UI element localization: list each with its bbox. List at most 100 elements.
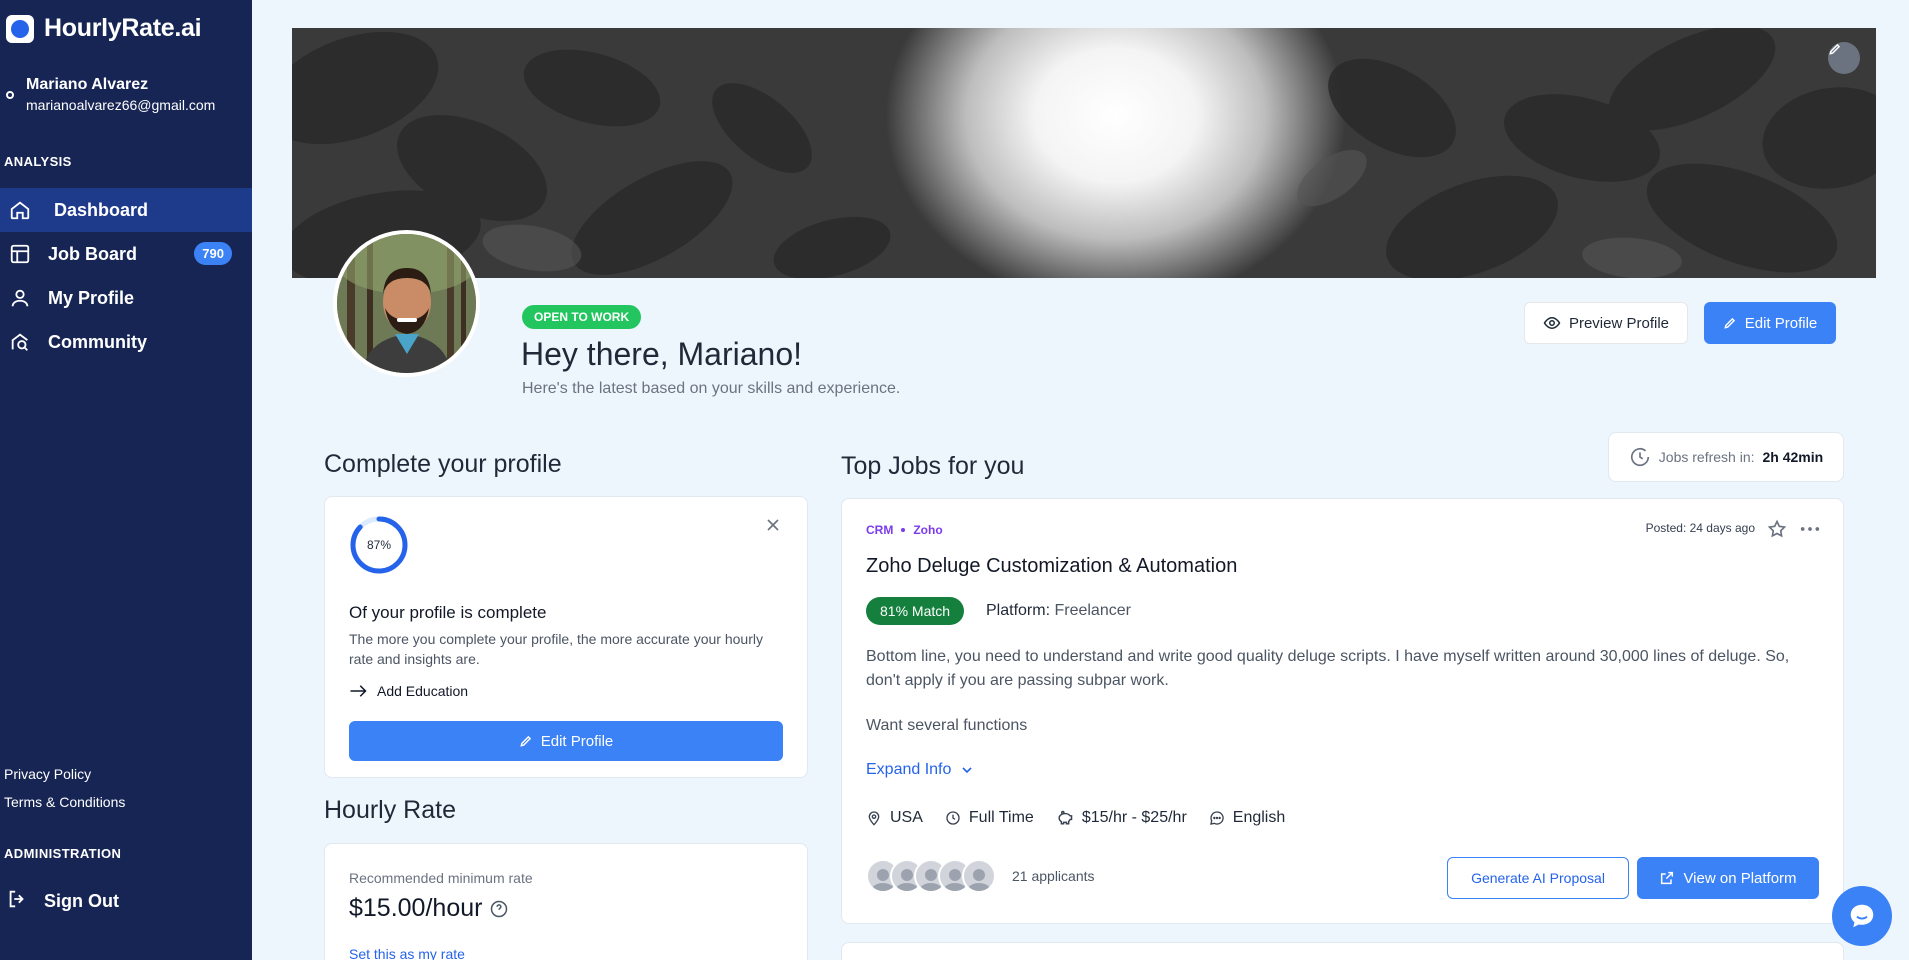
job-board-icon (8, 242, 32, 266)
top-jobs-heading: Top Jobs for you (841, 452, 1025, 480)
expand-info-button[interactable]: Expand Info (866, 761, 975, 779)
job-tag-crm: CRM (866, 523, 894, 537)
avatar[interactable] (333, 230, 480, 377)
profile-complete-title: Of your profile is complete (349, 603, 547, 622)
job-type-label: Full Time (968, 809, 1034, 826)
open-to-work-badge: OPEN TO WORK (522, 305, 642, 329)
progress-percent: 87% (366, 538, 392, 552)
greeting-subtitle: Here's the latest based on your skills a… (522, 380, 901, 397)
user-name: Mariano Alvarez (26, 76, 149, 93)
refresh-value: 2h 42min (1762, 449, 1824, 465)
greeting-title: Hey there, Mariano! (521, 336, 803, 372)
more-options-icon[interactable] (1799, 519, 1821, 544)
sidebar-item-label: My Profile (48, 287, 135, 308)
brand-name: HourlyRate.ai (44, 14, 202, 42)
close-icon[interactable] (763, 515, 783, 535)
expand-info-label: Expand Info (866, 761, 952, 778)
view-on-platform-label: View on Platform (1683, 869, 1797, 887)
chat-icon (1850, 904, 1874, 928)
jobs-refresh-indicator: Jobs refresh in: 2h 42min (1608, 432, 1844, 482)
match-badge: 81% Match (866, 597, 965, 625)
job-rate: $15/hr - $25/hr (1056, 809, 1187, 827)
help-icon[interactable] (490, 900, 508, 918)
applicants: 21 applicants (866, 859, 1095, 893)
sidebar: HourlyRate.ai Mariano Alvarez marianoalv… (0, 0, 252, 960)
job-card: CRM Zoho Posted: 24 days ago Zoho Deluge… (841, 498, 1844, 924)
user-info: Mariano Alvarez marianoalvarez66@gmail.c… (6, 76, 215, 113)
job-count-badge: 790 (194, 242, 232, 265)
terms-link[interactable]: Terms & Conditions (4, 794, 125, 810)
star-icon[interactable] (1767, 519, 1787, 544)
job-description-more: Want several functions (866, 717, 1028, 734)
job-platform: Platform: Freelancer (986, 602, 1131, 620)
user-icon (8, 286, 32, 310)
sign-out-icon (6, 888, 28, 915)
tag-separator (901, 528, 906, 532)
external-link-icon (1661, 871, 1674, 885)
analysis-label: ANALYSIS (4, 154, 72, 169)
edit-profile-label: Edit Profile (1744, 314, 1818, 332)
preview-profile-button[interactable]: Preview Profile (1524, 302, 1688, 344)
clock-refresh-icon (1630, 448, 1649, 467)
profile-photo (337, 234, 476, 373)
sidebar-item-my-profile[interactable]: My Profile (0, 276, 252, 320)
eye-icon (1543, 316, 1561, 330)
complete-profile-heading: Complete your profile (324, 450, 562, 478)
sidebar-item-dashboard[interactable]: Dashboard (0, 188, 252, 232)
pencil-icon (520, 735, 531, 747)
hourly-rate-value: $15.00/hour (349, 894, 483, 922)
sidebar-nav: Dashboard Job Board 790 My Profile Commu… (0, 188, 252, 364)
status-dot-icon (6, 90, 14, 99)
add-education-link[interactable]: Add Education (349, 683, 468, 699)
brand[interactable]: HourlyRate.ai (6, 14, 202, 43)
chevron-down-icon (962, 767, 972, 774)
sidebar-item-job-board[interactable]: Job Board 790 (0, 232, 252, 276)
administration-label: ADMINISTRATION (4, 846, 122, 861)
job-tag-zoho: Zoho (913, 523, 943, 537)
hourly-rate-card: Recommended minimum rate $15.00/hour Set… (324, 843, 808, 960)
sidebar-item-label: Job Board (48, 243, 138, 264)
job-tags: CRM Zoho (866, 523, 943, 537)
job-title[interactable]: Zoho Deluge Customization & Automation (866, 555, 1237, 578)
pencil-icon (1829, 43, 1841, 55)
cover-banner (292, 28, 1876, 278)
sign-out-button[interactable]: Sign Out (6, 888, 119, 915)
applicant-avatar-icon (962, 859, 996, 893)
sidebar-item-label: Community (48, 331, 147, 352)
job-rate-label: $15/hr - $25/hr (1081, 809, 1187, 826)
complete-profile-card: 87% Of your profile is complete The more… (324, 496, 808, 778)
logo-icon (6, 14, 34, 43)
refresh-label: Jobs refresh in: (1658, 449, 1755, 465)
job-type: Full Time (945, 809, 1034, 827)
job-posted-date: Posted: 24 days ago (1645, 521, 1755, 535)
sign-out-label: Sign Out (44, 891, 119, 911)
edit-cover-button[interactable] (1828, 42, 1860, 74)
view-on-platform-button[interactable]: View on Platform (1637, 857, 1819, 899)
profile-complete-description: The more you complete your profile, the … (349, 631, 763, 667)
privacy-policy-link[interactable]: Privacy Policy (4, 766, 91, 782)
job-location: USA (866, 809, 923, 827)
hourly-rate-label: Recommended minimum rate (349, 870, 533, 886)
sidebar-item-community[interactable]: Community (0, 320, 252, 364)
location-pin-icon (868, 811, 880, 826)
generate-ai-proposal-button[interactable]: Generate AI Proposal (1447, 857, 1629, 899)
card-edit-profile-button[interactable]: Edit Profile (349, 721, 783, 761)
sidebar-item-label: Dashboard (54, 199, 149, 220)
arrow-right-icon (350, 685, 367, 697)
user-email: marianoalvarez66@gmail.com (26, 97, 216, 113)
home-icon (8, 198, 32, 222)
foliage-image (292, 28, 1876, 278)
job-language: English (1209, 809, 1285, 827)
job-card-next (841, 942, 1844, 960)
clock-icon (946, 811, 960, 825)
applicant-count: 21 applicants (1012, 868, 1095, 884)
platform-value: Freelancer (1054, 602, 1131, 619)
job-meta: USA Full Time $15/hr - $25/hr English (866, 809, 1285, 827)
chat-support-button[interactable] (1832, 886, 1892, 946)
job-location-label: USA (890, 809, 923, 826)
edit-profile-button[interactable]: Edit Profile (1704, 302, 1836, 344)
set-rate-link[interactable]: Set this as my rate (349, 946, 465, 960)
job-description: Bottom line, you need to understand and … (866, 648, 1790, 689)
chat-bubble-icon (1209, 811, 1224, 825)
pencil-icon (1724, 317, 1735, 329)
